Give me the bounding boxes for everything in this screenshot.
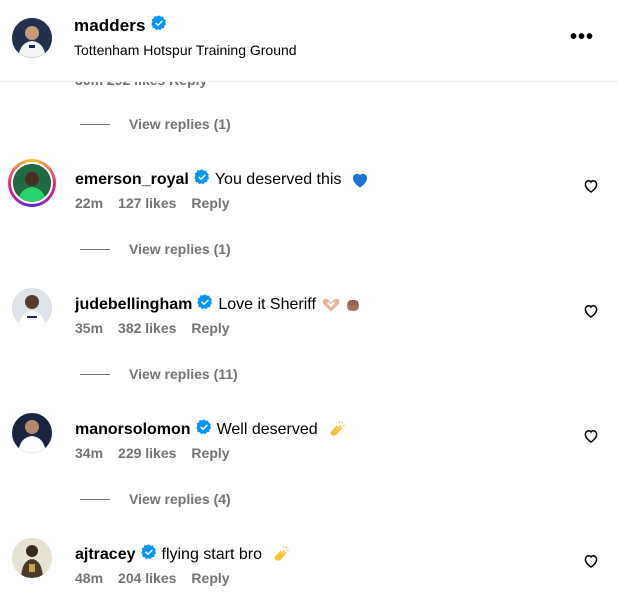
comment-time[interactable]: 48m xyxy=(75,570,103,586)
comment-username[interactable]: manorsolomon xyxy=(75,421,191,439)
view-replies-button[interactable]: View replies (1) xyxy=(80,241,231,257)
avatar[interactable] xyxy=(12,538,52,578)
post-location[interactable]: Tottenham Hotspur Training Ground xyxy=(74,42,297,58)
avatar[interactable] xyxy=(12,413,52,453)
verified-badge-icon xyxy=(195,419,212,440)
post-header: madders Tottenham Hotspur Training Groun… xyxy=(0,0,618,82)
comment-time[interactable]: 34m xyxy=(75,445,103,461)
comment-username[interactable]: emerson_royal xyxy=(75,171,189,189)
comment-likes[interactable]: 382 likes xyxy=(118,320,176,336)
view-replies-label: View replies (1) xyxy=(129,116,231,132)
divider xyxy=(80,248,110,250)
post-username[interactable]: madders xyxy=(74,16,146,36)
like-heart-icon[interactable] xyxy=(582,302,600,320)
view-replies-label: View replies (1) xyxy=(129,241,231,257)
reply-button[interactable]: Reply xyxy=(191,320,229,336)
comment-username[interactable]: judebellingham xyxy=(75,296,192,314)
verified-badge-icon xyxy=(150,15,167,36)
comment-item: ajtracey flying start bro 48m 204 likes … xyxy=(0,538,618,592)
like-heart-icon[interactable] xyxy=(582,552,600,570)
like-heart-icon[interactable] xyxy=(582,427,600,445)
comment-text: You deserved this xyxy=(214,170,342,188)
comment-item: manorsolomon Well deserved 34m 229 likes… xyxy=(0,413,618,473)
view-replies-button[interactable]: View replies (4) xyxy=(80,491,231,507)
comment-likes[interactable]: 127 likes xyxy=(118,195,176,211)
more-options-icon[interactable]: ••• xyxy=(570,27,594,47)
view-replies-button[interactable]: View replies (1) xyxy=(80,116,231,132)
blue-heart-icon xyxy=(350,170,370,190)
like-heart-icon[interactable] xyxy=(582,177,600,195)
heart-hands-and-fist-icon xyxy=(321,295,363,315)
comment-text: Well deserved xyxy=(216,420,318,438)
view-replies-label: View replies (11) xyxy=(129,366,238,382)
comment-text: Love it Sheriff xyxy=(218,295,316,313)
clapping-hands-icon xyxy=(271,545,291,565)
comment-likes[interactable]: 229 likes xyxy=(118,445,176,461)
comment-item: emerson_royal You deserved this 22m 127 … xyxy=(0,159,618,223)
verified-badge-icon xyxy=(197,294,213,315)
reply-button[interactable]: Reply xyxy=(191,195,229,211)
divider xyxy=(80,373,110,375)
avatar[interactable] xyxy=(8,159,56,207)
comment-text: flying start bro xyxy=(161,545,262,563)
comment-likes[interactable]: 204 likes xyxy=(118,570,176,586)
reply-button[interactable]: Reply xyxy=(191,570,229,586)
verified-badge-icon xyxy=(140,544,157,565)
comment-username[interactable]: ajtracey xyxy=(75,546,136,564)
divider xyxy=(80,498,110,500)
comment-time[interactable]: 35m xyxy=(75,320,103,336)
reply-button[interactable]: Reply xyxy=(191,445,229,461)
avatar[interactable] xyxy=(12,288,52,328)
view-replies-label: View replies (4) xyxy=(129,491,231,507)
clapping-hands-icon xyxy=(327,420,347,440)
view-replies-button[interactable]: View replies (11) xyxy=(80,366,238,382)
divider xyxy=(80,123,110,125)
verified-badge-icon xyxy=(194,169,210,190)
comment-item: judebellingham Love it Sheriff 35m 382 l… xyxy=(0,288,618,348)
comment-time[interactable]: 22m xyxy=(75,195,103,211)
avatar[interactable] xyxy=(12,18,52,58)
